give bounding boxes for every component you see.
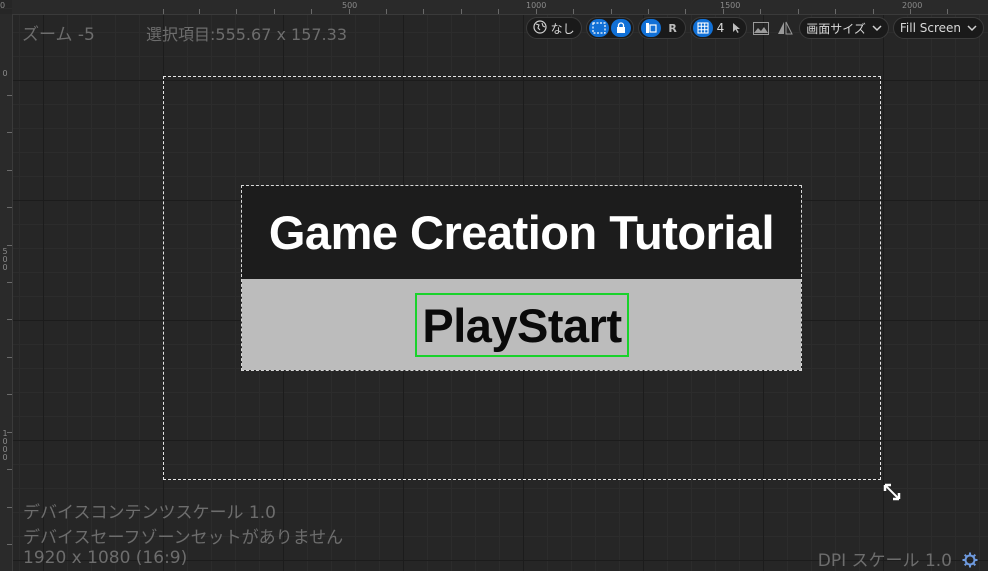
play-start-label: PlayStart xyxy=(422,298,622,352)
title-panel: Game Creation Tutorial xyxy=(242,186,801,279)
chevron-down-icon xyxy=(872,24,882,31)
lock-button[interactable] xyxy=(610,19,631,37)
dashed-rect-icon xyxy=(592,22,606,34)
screen-size-label: 画面サイズ xyxy=(806,21,866,36)
ruler-label-v0: 0 xyxy=(2,69,8,78)
r-toggle-button[interactable]: R xyxy=(663,19,683,37)
local-transform-group: R xyxy=(637,17,686,39)
globe-icon xyxy=(532,19,547,37)
top-ruler: 0 500 1000 1500 2000 xyxy=(0,0,988,15)
grid-snap-value[interactable]: 4 xyxy=(717,21,725,35)
title-widget[interactable]: Game Creation Tutorial PlayStart xyxy=(241,185,802,371)
designer-viewport[interactable]: 0 500 1000 1500 2000 0 500 1000 ズーム -5 選… xyxy=(0,0,988,571)
viewport-toolbar: なし R 4 画面サイズ Fill Screen xyxy=(525,16,984,40)
transform-mode-button[interactable] xyxy=(640,19,661,37)
snap-rect-button[interactable] xyxy=(588,19,609,37)
zoom-label: ズーム -5 xyxy=(22,25,95,45)
fill-screen-label: Fill Screen xyxy=(899,21,961,35)
game-title-text[interactable]: Game Creation Tutorial xyxy=(269,205,775,260)
chevron-down-icon xyxy=(967,24,977,31)
left-ruler: 0 500 1000 xyxy=(0,14,13,571)
snap-lock-group xyxy=(585,17,634,39)
fill-screen-dropdown[interactable]: Fill Screen xyxy=(892,17,984,39)
world-space-label: なし xyxy=(550,21,575,36)
selection-size-label: 選択項目:555.67 x 157.33 xyxy=(146,25,348,44)
screen-size-dropdown[interactable]: 画面サイズ xyxy=(799,17,889,39)
ruler-label-0: 0 xyxy=(0,1,6,10)
background-image-button[interactable] xyxy=(751,19,771,37)
ruler-label-v500: 500 xyxy=(2,247,8,272)
grid-snap-button[interactable] xyxy=(692,19,713,37)
button-panel: PlayStart xyxy=(242,279,801,370)
dpi-scale-label: DPI スケール 1.0 xyxy=(817,551,952,571)
safe-zone-status: デバイスセーフゾーンセットがありません xyxy=(23,528,344,548)
resize-handle[interactable] xyxy=(882,482,902,502)
landscape-icon xyxy=(753,21,770,35)
cursor-icon xyxy=(733,23,741,33)
ruler-label-2000: 2000 xyxy=(902,1,923,10)
transform-icon xyxy=(645,23,657,33)
grid-icon xyxy=(697,22,709,34)
diagonal-resize-icon xyxy=(883,483,901,501)
play-start-button[interactable]: PlayStart xyxy=(415,293,629,357)
mirror-button[interactable] xyxy=(775,19,795,37)
device-content-scale: デバイスコンテンツスケール 1.0 xyxy=(23,503,276,523)
world-space-toggle[interactable]: なし xyxy=(525,17,582,39)
resolution-label: 1920 x 1080 (16:9) xyxy=(23,548,188,568)
ruler-label-v1000: 1000 xyxy=(2,429,8,462)
gear-icon[interactable] xyxy=(962,552,978,568)
lock-icon xyxy=(616,22,625,33)
cursor-select-button[interactable] xyxy=(728,19,744,37)
mirror-icon xyxy=(778,21,794,35)
grid-snap-group: 4 xyxy=(689,17,748,39)
